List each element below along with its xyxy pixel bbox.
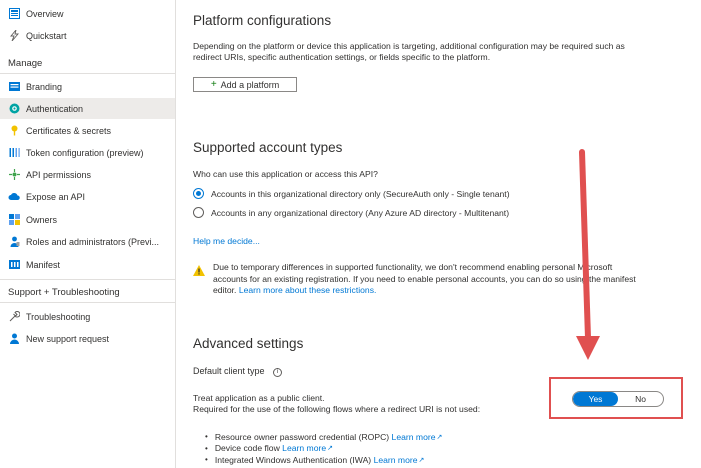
overview-icon bbox=[8, 8, 20, 20]
toggle-yes-option[interactable]: Yes bbox=[573, 392, 618, 406]
divider bbox=[0, 73, 175, 74]
radio-button-unchecked[interactable] bbox=[193, 207, 204, 218]
sidebar-item-label: New support request bbox=[26, 333, 110, 344]
learn-more-link[interactable]: Learn more bbox=[374, 455, 418, 465]
plus-icon: + bbox=[210, 79, 217, 90]
add-platform-label: Add a platform bbox=[220, 79, 280, 90]
sidebar-item-label: Expose an API bbox=[26, 191, 86, 202]
external-link-icon: ↗ bbox=[436, 433, 443, 441]
required-flows-label: Required for the use of the following fl… bbox=[193, 404, 481, 414]
owners-icon bbox=[8, 214, 20, 226]
sidebar-item-label: Overview bbox=[26, 8, 64, 19]
sidebar-item-expose-api[interactable]: Expose an API bbox=[0, 186, 175, 207]
radio-single-tenant[interactable]: Accounts in this organizational director… bbox=[193, 188, 510, 199]
sidebar-item-label: Troubleshooting bbox=[26, 311, 91, 322]
sidebar-item-label: Certificates & secrets bbox=[26, 125, 112, 136]
sidebar-item-label: Manifest bbox=[26, 259, 61, 270]
external-link-icon: ↗ bbox=[418, 456, 425, 464]
sidebar-item-roles[interactable]: Roles and administrators (Previ... bbox=[0, 231, 175, 252]
platform-description-line1: Depending on the platform or device this… bbox=[193, 41, 625, 51]
advanced-settings-title: Advanced settings bbox=[193, 336, 304, 351]
platform-description-line2: redirect URIs, specific authentication s… bbox=[193, 52, 491, 62]
sidebar-item-owners[interactable]: Owners bbox=[0, 209, 175, 230]
sidebar-item-quickstart[interactable]: Quickstart bbox=[0, 25, 175, 46]
cloud-icon bbox=[8, 191, 20, 203]
branding-icon bbox=[8, 81, 20, 93]
authentication-icon bbox=[8, 103, 20, 115]
roles-icon bbox=[8, 236, 20, 248]
learn-more-restrictions-link[interactable]: Learn more about these restrictions. bbox=[239, 285, 377, 295]
sidebar-item-api-permissions[interactable]: API permissions bbox=[0, 164, 175, 185]
toggle-no-option[interactable]: No bbox=[618, 392, 663, 406]
sidebar-item-label: API permissions bbox=[26, 169, 92, 180]
sidebar-item-label: Quickstart bbox=[26, 30, 67, 41]
add-platform-button[interactable]: + Add a platform bbox=[193, 77, 297, 92]
sidebar-item-branding[interactable]: Branding bbox=[0, 76, 175, 97]
info-icon[interactable]: i bbox=[273, 368, 283, 377]
wrench-icon bbox=[8, 311, 20, 323]
token-icon bbox=[8, 147, 20, 159]
learn-more-link[interactable]: Learn more bbox=[392, 432, 436, 442]
api-permissions-icon bbox=[8, 169, 20, 181]
manage-heading: Manage bbox=[8, 58, 43, 69]
radio-multi-tenant-label: Accounts in any organizational directory… bbox=[211, 207, 510, 218]
key-icon bbox=[8, 125, 20, 137]
default-client-type-label: Default client type i bbox=[193, 366, 283, 377]
quickstart-icon bbox=[8, 30, 20, 42]
default-client-type-text: Default client type bbox=[193, 366, 265, 376]
sidebar-item-new-support-request[interactable]: New support request bbox=[0, 328, 175, 349]
divider bbox=[0, 302, 175, 303]
platform-configurations-title: Platform configurations bbox=[193, 13, 332, 28]
sidebar-item-troubleshooting[interactable]: Troubleshooting bbox=[0, 306, 175, 327]
sidebar-item-token-configuration[interactable]: Token configuration (preview) bbox=[0, 142, 175, 163]
sidebar-item-label: Token configuration (preview) bbox=[26, 147, 144, 158]
support-heading: Support + Troubleshooting bbox=[8, 287, 120, 298]
annotation-arrow bbox=[576, 149, 600, 360]
help-me-decide-link[interactable]: Help me decide... bbox=[193, 236, 260, 247]
learn-more-link[interactable]: Learn more bbox=[282, 443, 326, 453]
sidebar-item-overview[interactable]: Overview bbox=[0, 3, 175, 24]
list-item: Resource owner password credential (ROPC… bbox=[193, 431, 443, 443]
warning-icon bbox=[193, 263, 205, 276]
sidebar-item-manifest[interactable]: Manifest bbox=[0, 254, 175, 275]
sidebar-item-label: Owners bbox=[26, 214, 58, 225]
treat-public-client-label: Treat application as a public client. bbox=[193, 393, 325, 403]
list-item: Integrated Windows Authentication (IWA) … bbox=[193, 454, 442, 466]
public-client-toggle[interactable]: Yes No bbox=[572, 391, 664, 407]
flows-list: Resource owner password credential (ROPC… bbox=[193, 431, 443, 466]
sidebar-item-certificates[interactable]: Certificates & secrets bbox=[0, 120, 175, 141]
list-item: Device code flow Learn more↗ bbox=[193, 443, 442, 455]
warning-line3: editor. bbox=[213, 285, 237, 295]
manifest-icon bbox=[8, 259, 20, 271]
sidebar-item-label: Authentication bbox=[26, 103, 84, 114]
support-person-icon bbox=[8, 333, 20, 345]
sidebar-item-label: Branding bbox=[26, 81, 63, 92]
supported-account-types-title: Supported account types bbox=[193, 140, 343, 155]
radio-button-checked[interactable] bbox=[193, 188, 204, 199]
external-link-icon: ↗ bbox=[327, 445, 333, 453]
divider bbox=[0, 279, 175, 280]
sidebar-item-authentication[interactable]: Authentication bbox=[0, 98, 175, 119]
radio-single-tenant-label: Accounts in this organizational director… bbox=[211, 188, 510, 199]
sidebar-nav: Overview Quickstart Manage Branding Auth… bbox=[0, 0, 176, 468]
account-question: Who can use this application or access t… bbox=[193, 169, 378, 179]
sidebar-item-label: Roles and administrators (Previ... bbox=[26, 236, 160, 247]
radio-multi-tenant[interactable]: Accounts in any organizational directory… bbox=[193, 207, 509, 218]
